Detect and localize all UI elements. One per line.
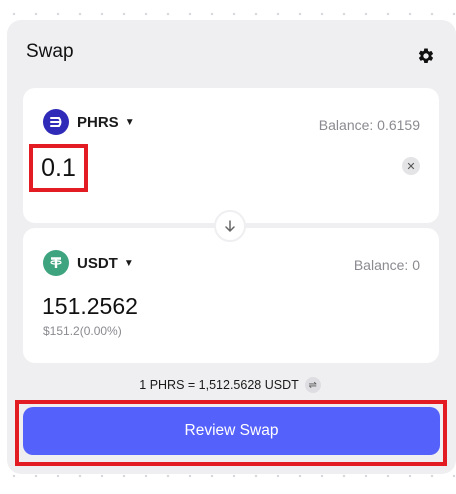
to-usd-value: $151.2(0.00%) (43, 324, 122, 338)
from-balance: Balance: 0.6159 (318, 117, 420, 133)
arrow-down-icon (225, 220, 235, 232)
from-amount-input[interactable]: 0.1 (29, 144, 88, 192)
exchange-rate: 1 PHRS = 1,512.5628 USDT ⇌ (0, 377, 456, 393)
review-swap-button[interactable]: Review Swap (23, 407, 440, 455)
swap-rate-icon[interactable]: ⇌ (304, 377, 321, 393)
to-balance: Balance: 0 (353, 257, 420, 273)
page-title: Swap (26, 41, 74, 62)
exchange-rate-text: 1 PHRS = 1,512.5628 USDT (139, 378, 299, 392)
chevron-down-icon: ▼ (123, 257, 134, 269)
clear-icon[interactable]: ✕ (402, 157, 420, 175)
usdt-logo-icon (43, 250, 69, 276)
to-token-selector[interactable]: USDT ▼ (43, 250, 134, 276)
phrs-logo-icon (43, 109, 69, 135)
to-token-name: USDT (77, 254, 118, 272)
from-token-name: PHRS (77, 113, 119, 131)
from-token-selector[interactable]: PHRS ▼ (43, 109, 135, 135)
gear-icon[interactable] (416, 46, 436, 66)
switch-direction-button[interactable] (214, 210, 246, 242)
chevron-down-icon: ▼ (124, 116, 135, 128)
to-amount-value: 151.2562 (42, 293, 138, 319)
